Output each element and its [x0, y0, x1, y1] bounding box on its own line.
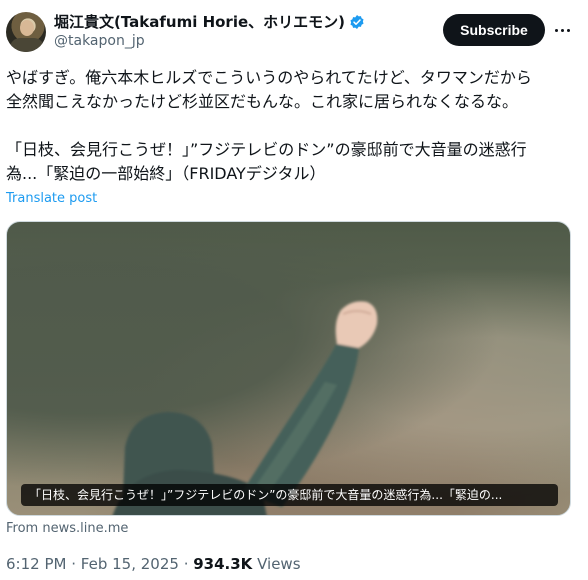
post-text: やばすぎ。俺六本木ヒルズでこういうのやられてたけど、タワマンだから 全然聞こえな…	[6, 66, 581, 186]
link-source[interactable]: From news.line.me	[6, 521, 128, 536]
avatar-body	[10, 38, 44, 52]
post-meta: 6:12 PM · Feb 15, 2025 · 934.3K Views	[6, 555, 301, 573]
views-count: 934.3K	[193, 555, 253, 573]
post-line: 全然聞こえなかったけど杉並区だもんな。これ家に居られなくなるな。	[6, 92, 519, 111]
author-name[interactable]: 堀江貴文(Takafumi Horie、ホリエモン)	[54, 11, 345, 32]
post-date[interactable]: Feb 15, 2025	[81, 555, 179, 573]
subscribe-button[interactable]: Subscribe	[443, 14, 545, 46]
translate-post-link[interactable]: Translate post	[6, 191, 97, 206]
views-label: Views	[257, 555, 301, 573]
verified-badge-icon	[350, 14, 364, 29]
author-avatar[interactable]	[6, 12, 46, 52]
more-options-icon[interactable]	[552, 20, 572, 40]
link-card-caption: 「日枝、会見行こうぜ！」”フジテレビのドン”の豪邸前で大音量の迷惑行為...「緊…	[21, 484, 558, 506]
raised-fist-figure-image	[112, 301, 378, 515]
meta-separator: ·	[71, 555, 81, 573]
post-line: 為...「緊迫の一部始終」（FRIDAYデジタル）	[6, 164, 326, 183]
author-name-row: 堀江貴文(Takafumi Horie、ホリエモン)	[54, 11, 365, 32]
author-handle[interactable]: @takapon_jp	[54, 33, 145, 49]
avatar-face	[20, 20, 34, 36]
link-card-image[interactable]: 「日枝、会見行こうぜ！」”フジテレビのドン”の豪邸前で大音量の迷惑行為...「緊…	[6, 221, 571, 516]
post-line: 「日枝、会見行こうぜ！」”フジテレビのドン”の豪邸前で大音量の迷惑行	[6, 140, 527, 159]
post-time[interactable]: 6:12 PM	[6, 555, 66, 573]
post-line: やばすぎ。俺六本木ヒルズでこういうのやられてたけど、タワマンだから	[6, 68, 532, 87]
meta-separator: ·	[183, 555, 194, 573]
